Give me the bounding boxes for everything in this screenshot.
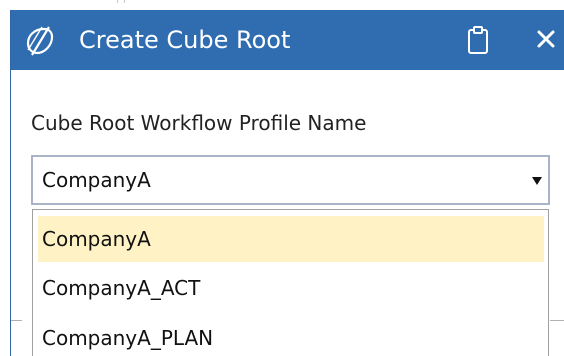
page: Create Cube Root Cube Root Workflow Prof…: [0, 0, 564, 356]
clipboard-icon[interactable]: [466, 25, 490, 55]
dropdown-arrow-icon[interactable]: [532, 177, 542, 185]
create-cube-root-dialog: Create Cube Root Cube Root Workflow Prof…: [10, 10, 564, 356]
background-stroke: [117, 0, 118, 3]
dialog-title-bar[interactable]: Create Cube Root: [11, 10, 564, 70]
dialog-body-edge: [11, 320, 22, 321]
onestream-logo-icon: [26, 26, 54, 56]
workflow-profile-name-label: Cube Root Workflow Profile Name: [31, 111, 367, 135]
workflow-profile-dropdown-list: CompanyA CompanyA_ACT CompanyA_PLAN: [32, 209, 549, 356]
combobox-selected-value: CompanyA: [42, 168, 151, 192]
close-icon[interactable]: [535, 28, 557, 50]
dialog-body-edge: [550, 320, 564, 321]
dropdown-option-companya-act[interactable]: CompanyA_ACT: [38, 265, 544, 311]
dropdown-option-companya[interactable]: CompanyA: [38, 216, 544, 262]
workflow-profile-combobox[interactable]: CompanyA: [31, 155, 550, 205]
dialog-title: Create Cube Root: [79, 26, 291, 54]
dropdown-option-companya-plan[interactable]: CompanyA_PLAN: [38, 315, 544, 356]
background-stroke: [124, 0, 125, 3]
